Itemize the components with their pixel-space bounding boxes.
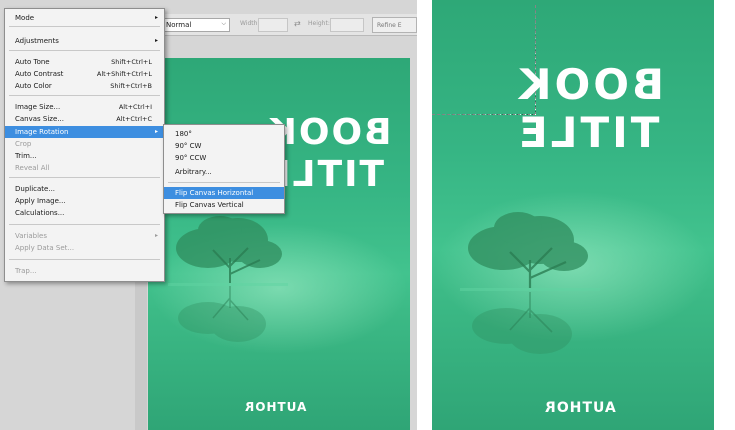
menu-item-label: Crop (15, 140, 32, 148)
swap-icon[interactable]: ⇄ (294, 19, 301, 28)
menu-item-variables[interactable]: Variables ▸ (5, 230, 164, 242)
width-field[interactable] (258, 18, 288, 32)
menu-item-trim[interactable]: Trim... (5, 150, 164, 162)
menu-divider (9, 259, 160, 260)
editor-panel: Normal ⌵ Width: ⇄ Height: Refine E BOOK … (0, 0, 417, 430)
menu-item-label: Trim... (15, 152, 37, 160)
menu-item-label: Variables (15, 232, 47, 240)
menu-item-auto-color[interactable]: Auto Color Shift+Ctrl+B (5, 80, 164, 92)
options-bar: Normal ⌵ Width: ⇄ Height: Refine E (160, 14, 417, 36)
menu-item-image-rotation[interactable]: Image Rotation ▸ (5, 126, 164, 138)
menu-item-auto-contrast[interactable]: Auto Contrast Alt+Shift+Ctrl+L (5, 68, 164, 80)
submenu-arrow-icon: ▸ (154, 232, 158, 239)
menu-divider (9, 177, 160, 178)
image-menu: Mode ▸ Adjustments ▸ Auto Tone Shift+Ctr… (4, 8, 165, 282)
submenu-item-90-cw[interactable]: 90° CW (164, 140, 284, 152)
menu-item-label: Auto Contrast (15, 70, 64, 78)
image-rotation-submenu: 180° 90° CW 90° CCW Arbitrary... Flip Ca… (163, 124, 285, 214)
cover-author: AUTHOR (243, 400, 306, 414)
menu-item-mode[interactable]: Mode ▸ (5, 12, 164, 24)
submenu-divider (168, 182, 280, 183)
menu-item-label: Image Rotation (15, 128, 69, 136)
menu-item-crop[interactable]: Crop (5, 138, 164, 150)
style-select-value: Normal (166, 21, 192, 29)
menu-item-label: Adjustments (15, 37, 59, 45)
submenu-item-flip-vertical[interactable]: Flip Canvas Vertical (164, 199, 284, 211)
menu-item-trap[interactable]: Trap... (5, 265, 164, 277)
menu-item-label: Trap... (15, 267, 37, 275)
menu-divider (9, 26, 160, 27)
submenu-item-label: 90° CW (175, 142, 202, 150)
dropdown-arrow-icon: ⌵ (221, 20, 226, 27)
menu-item-image-size[interactable]: Image Size... Alt+Ctrl+I (5, 101, 164, 113)
menu-item-label: Calculations... (15, 209, 65, 217)
menu-item-label: Reveal All (15, 164, 50, 172)
submenu-arrow-icon: ▸ (154, 14, 158, 21)
menu-item-apply-data-set[interactable]: Apply Data Set... (5, 242, 164, 254)
submenu-item-label: Flip Canvas Vertical (175, 201, 244, 209)
menu-item-label: Duplicate... (15, 185, 56, 193)
submenu-item-90-ccw[interactable]: 90° CCW (164, 152, 284, 164)
menu-item-reveal-all[interactable]: Reveal All (5, 162, 164, 174)
menu-item-shortcut: Alt+Ctrl+C (116, 115, 152, 123)
menu-item-label: Apply Data Set... (15, 244, 75, 252)
submenu-item-label: 180° (175, 130, 192, 138)
refine-edge-button[interactable]: Refine E (372, 17, 417, 33)
menu-item-label: Auto Color (15, 82, 52, 90)
menu-item-auto-tone[interactable]: Auto Tone Shift+Ctrl+L (5, 56, 164, 68)
submenu-arrow-icon: ▸ (154, 37, 158, 44)
menu-item-shortcut: Alt+Ctrl+I (118, 103, 152, 111)
menu-item-duplicate[interactable]: Duplicate... (5, 183, 164, 195)
menu-item-adjustments[interactable]: Adjustments ▸ (5, 35, 164, 47)
submenu-item-flip-horizontal[interactable]: Flip Canvas Horizontal (164, 187, 284, 199)
tree-icon (460, 212, 600, 354)
menu-item-label: Canvas Size... (15, 115, 64, 123)
submenu-item-arbitrary[interactable]: Arbitrary... (164, 166, 284, 178)
menu-divider (9, 224, 160, 225)
cover-title-line1: BOOK (267, 112, 392, 153)
menu-divider (9, 95, 160, 96)
menu-item-label: Image Size... (15, 103, 61, 111)
height-label: Height: (308, 20, 330, 27)
result-title-line1: BOOK (516, 60, 664, 109)
submenu-item-label: Flip Canvas Horizontal (175, 189, 254, 197)
submenu-arrow-icon: ▸ (154, 128, 158, 135)
menu-item-label: Auto Tone (15, 58, 50, 66)
menu-item-label: Mode (15, 14, 35, 22)
menu-item-label: Apply Image... (15, 197, 66, 205)
result-canvas: BOOK TITLE AUTHOR (432, 0, 714, 430)
height-field[interactable] (330, 18, 364, 32)
submenu-item-label: 90° CCW (175, 154, 207, 162)
menu-item-shortcut: Alt+Shift+Ctrl+L (96, 70, 152, 78)
document-canvas[interactable]: BOOK TITLE AUTHOR (148, 58, 410, 430)
width-label: Width: (240, 20, 260, 27)
menu-item-shortcut: Shift+Ctrl+B (110, 82, 152, 90)
result-author: AUTHOR (544, 400, 616, 416)
menu-item-calculations[interactable]: Calculations... (5, 207, 164, 219)
submenu-item-label: Arbitrary... (175, 168, 212, 176)
menu-item-apply-image[interactable]: Apply Image... (5, 195, 164, 207)
menu-item-shortcut: Shift+Ctrl+L (111, 58, 152, 66)
menu-divider (9, 50, 160, 51)
style-select[interactable]: Normal ⌵ (162, 18, 230, 32)
submenu-item-180[interactable]: 180° (164, 128, 284, 140)
menu-item-canvas-size[interactable]: Canvas Size... Alt+Ctrl+C (5, 113, 164, 125)
result-title-line2: TITLE (516, 108, 660, 157)
